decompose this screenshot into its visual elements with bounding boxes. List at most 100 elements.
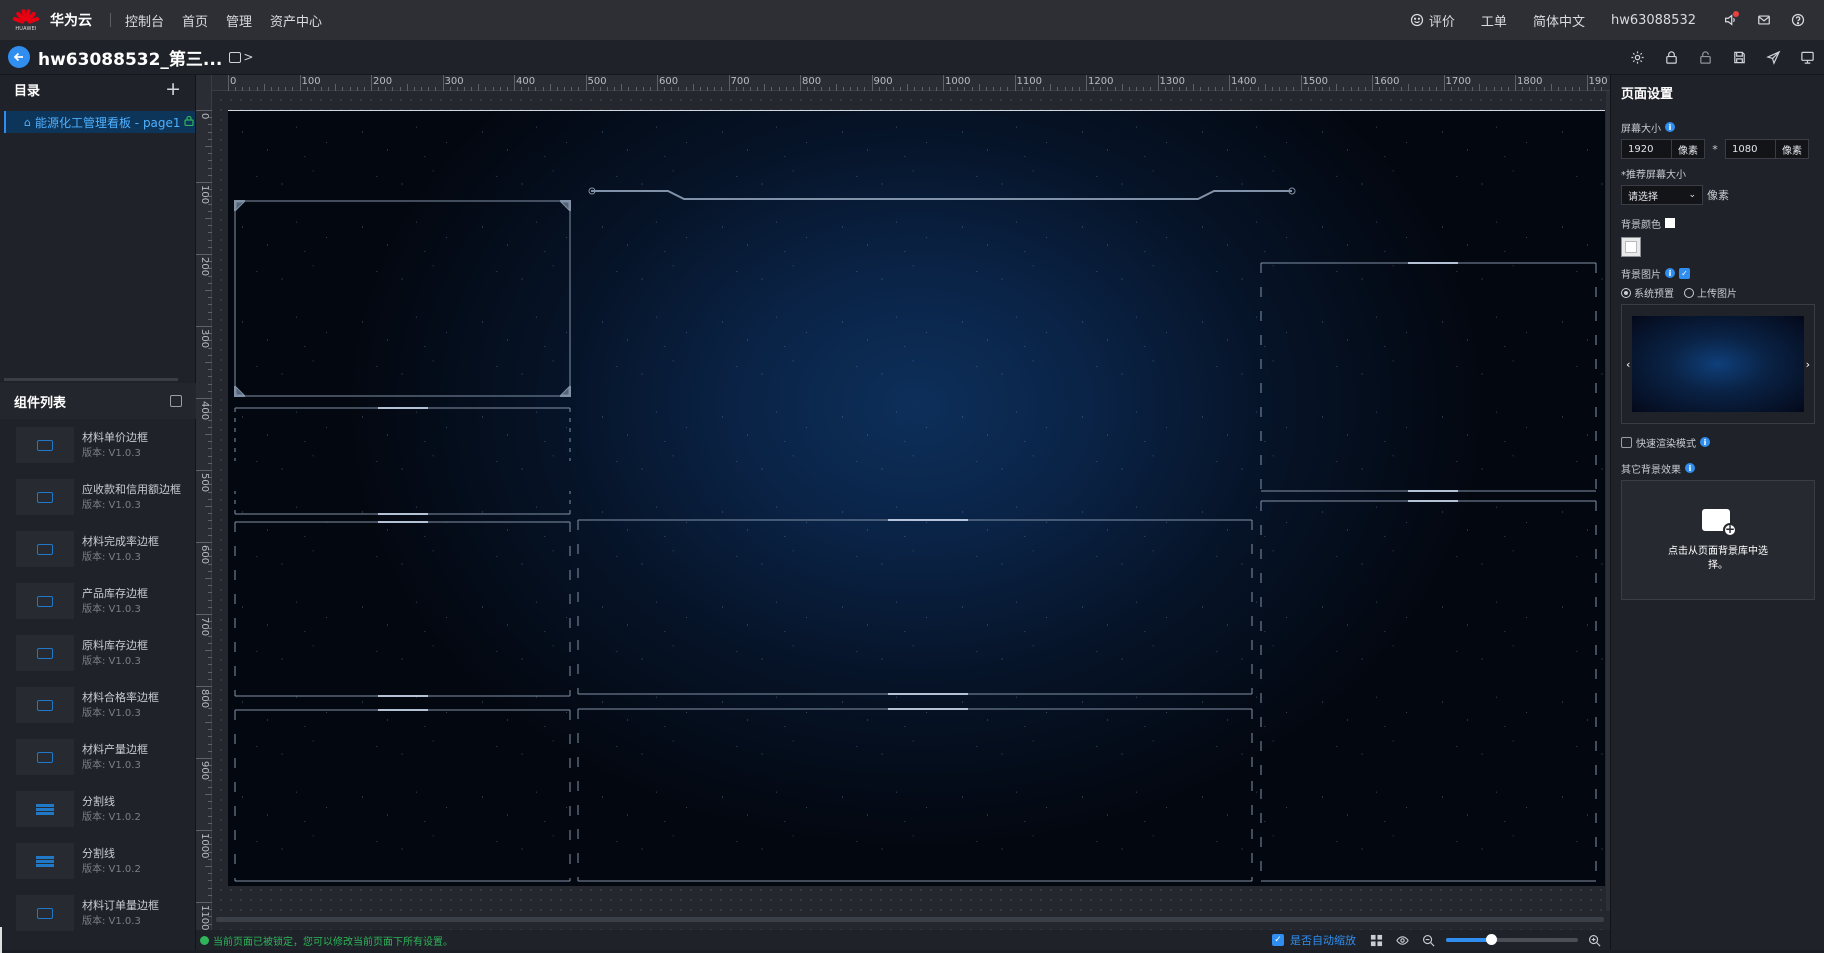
external-link-icon[interactable] (170, 395, 182, 407)
settings-button[interactable] (1620, 40, 1654, 74)
bg-image-checkbox[interactable]: ✓ (1679, 267, 1690, 279)
publish-button[interactable] (1756, 40, 1790, 74)
catalog-scrollbar[interactable] (4, 378, 178, 381)
width-input[interactable]: 1920 像素 (1621, 139, 1705, 159)
zoom-out-icon[interactable] (1420, 932, 1436, 948)
recommend-select[interactable]: 请选择 ⌄ (1621, 185, 1703, 205)
ruler-minor-tick (208, 513, 212, 515)
nav-assets[interactable]: 资产中心 (270, 11, 322, 30)
frame-icon (37, 699, 53, 711)
component-name: 原料库存边框 (82, 638, 148, 652)
design-canvas[interactable] (228, 110, 1605, 886)
radio-system-label: 系统预置 (1634, 289, 1674, 300)
ruler-minor-tick (714, 87, 716, 91)
radio-upload[interactable] (1684, 287, 1694, 298)
component-item[interactable]: 原料库存边框 版本: V1.0.3 (0, 627, 196, 679)
ruler-minor-tick (208, 311, 212, 313)
ruler-minor-tick (599, 87, 601, 91)
info-icon[interactable]: i (1665, 268, 1675, 278)
info-icon[interactable]: i (1700, 437, 1710, 447)
carousel-next-button[interactable]: › (1806, 358, 1810, 371)
ruler-minor-tick (1221, 87, 1223, 91)
autozoom-checkbox[interactable]: ✓ (1272, 934, 1284, 946)
ruler-minor-tick (1071, 87, 1073, 91)
component-thumbnail (16, 531, 74, 567)
nav-home[interactable]: 首页 (182, 11, 208, 30)
component-item[interactable]: 材料产量边框 版本: V1.0.3 (0, 731, 196, 783)
bg-color-picker[interactable] (1621, 237, 1641, 257)
lock-button[interactable] (1654, 40, 1688, 74)
ruler-minor-tick (208, 585, 212, 587)
page-item-page1[interactable]: ⌂ 能源化工管理看板 - page1 (4, 111, 195, 133)
back-button[interactable] (8, 46, 30, 68)
nav-ticket[interactable]: 工单 (1481, 11, 1507, 30)
component-item[interactable]: 材料合格率边框 版本: V1.0.3 (0, 679, 196, 731)
ruler-minor-tick (985, 87, 987, 91)
ruler-tick (196, 902, 212, 903)
width-unit: 像素 (1671, 140, 1704, 158)
horizontal-scrollbar[interactable] (216, 917, 1604, 922)
edge-indicator (0, 927, 2, 953)
eye-icon[interactable] (1394, 932, 1410, 948)
ruler-minor-tick (208, 736, 212, 738)
fast-render-checkbox[interactable] (1621, 436, 1632, 448)
ruler-minor-tick (208, 534, 212, 536)
nav-feedback[interactable]: 评价 (1429, 11, 1455, 30)
component-item[interactable]: 材料完成率边框 版本: V1.0.3 (0, 523, 196, 575)
help-icon[interactable] (1790, 12, 1806, 28)
component-thumbnail (16, 687, 74, 723)
nav-manage[interactable]: 管理 (226, 11, 252, 30)
ruler-minor-tick (1064, 87, 1066, 91)
info-icon[interactable]: i (1685, 463, 1695, 473)
save-button[interactable] (1722, 40, 1756, 74)
component-item[interactable]: 材料单价边框 版本: V1.0.3 (0, 419, 196, 471)
info-icon[interactable]: i (1665, 122, 1675, 132)
ruler-minor-tick (471, 87, 473, 91)
ruler-minor-tick (208, 664, 212, 666)
ruler-tick (657, 75, 658, 91)
brand-name[interactable]: 华为云 (50, 10, 92, 30)
component-item[interactable]: 分割线 版本: V1.0.2 (0, 783, 196, 835)
zoom-slider-knob[interactable] (1485, 934, 1497, 945)
unlock-button[interactable] (1688, 40, 1722, 74)
ruler-minor-tick (1057, 87, 1059, 91)
chevron-right-icon[interactable]: > (243, 50, 253, 64)
ruler-minor-tick (335, 84, 337, 91)
add-page-button[interactable]: + (165, 78, 181, 100)
ruler-tick (1515, 75, 1516, 91)
top-navigation: HUAWEI 华为云 控制台 首页 管理 资产中心 评价 工单 简体中文 hw6… (0, 0, 1824, 40)
huawei-logo[interactable]: HUAWEI (12, 6, 40, 34)
grid-icon[interactable] (1368, 932, 1384, 948)
nav-user[interactable]: hw63088532 (1611, 13, 1696, 28)
component-item[interactable]: 分割线 版本: V1.0.2 (0, 835, 196, 887)
bg-image-thumbnail[interactable] (1632, 316, 1804, 412)
canvas-workspace[interactable]: 0 100 200 300 400 500 600 700 800 900 1000 1100 1200… (196, 75, 1610, 930)
radio-system[interactable] (1621, 287, 1631, 298)
page-menu-icon[interactable] (229, 51, 242, 63)
ruler-tick (196, 614, 212, 615)
nav-console[interactable]: 控制台 (125, 11, 164, 30)
nav-language[interactable]: 简体中文 (1533, 11, 1585, 30)
zoom-in-icon[interactable] (1586, 932, 1602, 948)
component-item[interactable]: 应收款和信用额边框 版本: V1.0.3 (0, 471, 196, 523)
bg-library-picker[interactable]: + 点击从页面背景库中选择。 (1621, 480, 1815, 600)
ruler-tick (514, 75, 515, 91)
component-item[interactable]: 材料订单量边框 版本: V1.0.3 (0, 887, 196, 939)
ruler-minor-tick (428, 87, 430, 91)
component-item[interactable]: 产品库存边框 版本: V1.0.3 (0, 575, 196, 627)
ruler-tick (196, 758, 212, 759)
ruler-minor-tick (208, 887, 212, 889)
ruler-minor-tick (1078, 87, 1080, 91)
zoom-slider[interactable] (1446, 934, 1578, 945)
height-input[interactable]: 1080 像素 (1725, 139, 1809, 159)
page-item-label: 能源化工管理看板 - page1 (34, 115, 181, 130)
ruler-minor-tick (208, 671, 212, 673)
carousel-prev-button[interactable]: ‹ (1626, 358, 1630, 371)
ruler-minor-tick (208, 729, 212, 731)
status-check-icon (200, 935, 209, 945)
mail-icon[interactable] (1756, 12, 1772, 28)
ruler-minor-tick (208, 570, 212, 572)
frame-left-4 (235, 709, 570, 882)
preview-button[interactable] (1790, 40, 1824, 74)
notification-icon[interactable] (1722, 11, 1739, 28)
